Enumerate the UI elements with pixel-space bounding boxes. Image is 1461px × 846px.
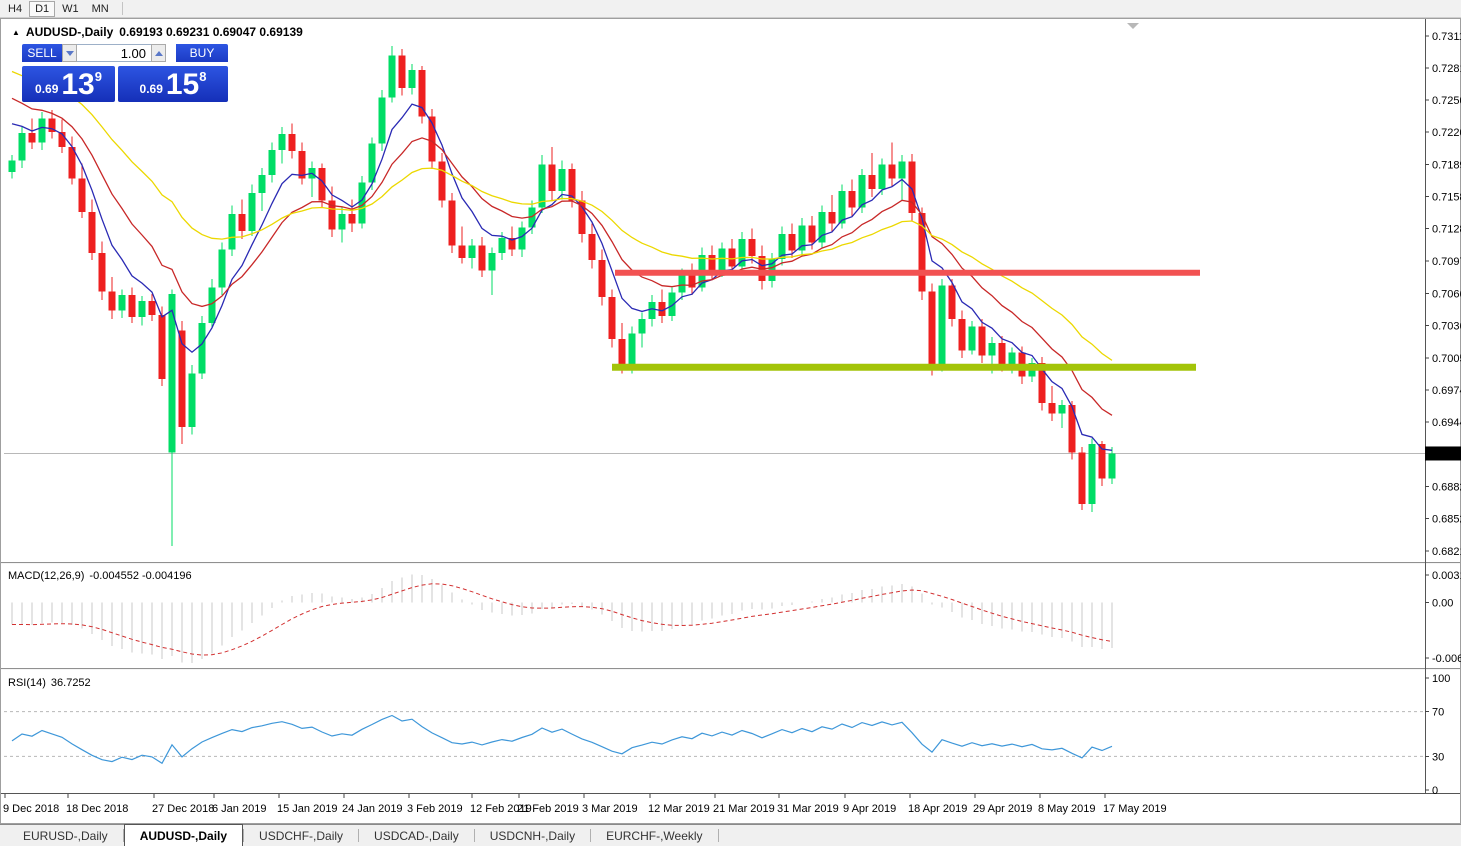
macd-tick-label: -0.006317 [1432,653,1461,665]
symbol-name: AUDUSD-,Daily [26,25,113,39]
rsi-title: RSI(14) [8,677,46,689]
volume-increase-button[interactable] [151,44,166,62]
timeframe-button-mn[interactable]: MN [86,1,115,17]
rsi-pane: 100 70 30 0 [4,673,1450,797]
price-tick-label: 0.70970 [1432,256,1461,268]
rsi-tick-label: 100 [1432,673,1450,685]
timeframe-button-h4[interactable]: H4 [2,1,28,17]
macd-title: MACD(12,26,9) [8,570,84,582]
date-tick-label: 12 Mar 2019 [648,803,710,815]
sell-price-prefix: 0.69 [35,82,58,96]
sell-price-big: 13 [61,70,94,100]
buy-price-panel[interactable]: 0.69158 [118,66,228,102]
price-tick-label: 0.72505 [1432,95,1461,107]
buy-price-big: 15 [166,70,199,100]
price-tick-label: 0.70360 [1432,320,1461,332]
macd-pane: 0.003164 0.00 -0.006317 [12,570,1461,665]
rsi-tick-label: 30 [1432,751,1444,763]
date-tick-label: 18 Apr 2019 [908,803,967,815]
date-tick-label: 29 Apr 2019 [973,803,1032,815]
price-tick-label: 0.71890 [1432,160,1461,172]
timeframe-button-d1[interactable]: D1 [29,1,55,17]
price-tick-label: 0.69745 [1432,385,1461,397]
rsi-indicator-label: RSI(14) 36.7252 [8,677,91,689]
date-tick-label: 21 Mar 2019 [713,803,775,815]
price-tick-label: 0.72200 [1432,127,1461,139]
sell-button[interactable]: SELL [22,44,62,62]
tab-usdchf-daily[interactable]: USDCHF-,Daily [244,825,358,846]
price-tick-label: 0.68520 [1432,513,1461,525]
arrow-up-icon [155,51,163,56]
date-tick-label: 17 May 2019 [1103,803,1167,815]
date-tick-label: 31 Mar 2019 [777,803,839,815]
symbol-ohlc-values: 0.69193 0.69231 0.69047 0.69139 [119,25,303,39]
one-click-trading-widget: SELL 1.00 BUY 0.69139 0.69158 [22,44,228,102]
date-tick-label: 21 Feb 2019 [517,803,579,815]
buy-price-sup: 8 [199,69,206,84]
price-tick-label: 0.70665 [1432,288,1461,300]
tab-usdcad-daily[interactable]: USDCAD-,Daily [359,825,474,846]
date-tick-label: 8 May 2019 [1038,803,1095,815]
candlesticks [9,46,1116,546]
toolbar-separator [122,2,123,15]
price-tick-label: 0.68825 [1432,481,1461,493]
date-axis: 9 Dec 2018 18 Dec 2018 27 Dec 20186 Jan 20… [3,794,1167,815]
date-tick-label: 9 Apr 2019 [843,803,896,815]
chart-shift-marker-icon [1127,23,1139,29]
rsi-tick-label: 70 [1432,707,1444,719]
date-tick-label: 15 Jan 2019 [277,803,338,815]
moving-averages [12,72,1112,451]
date-tick-label: 24 Jan 2019 [342,803,403,815]
window-chrome [1,19,1461,824]
tab-separator [718,829,719,842]
current-price-label: 0.69139 [1428,448,1461,460]
arrow-down-icon [66,51,74,56]
sell-price-panel[interactable]: 0.69139 [22,66,115,102]
chart-canvas[interactable]: 0.73115 0.72810 0.72505 0.72200 0.71890 0.715… [0,0,1461,846]
price-tick-label: 0.73115 [1432,31,1461,43]
volume-decrease-button[interactable] [62,44,77,62]
price-tick-label: 0.69440 [1432,417,1461,429]
tab-eurchf-weekly[interactable]: EURCHF-,Weekly [591,825,717,846]
rsi-tick-label: 0 [1432,785,1438,797]
price-tick-label: 0.72810 [1432,63,1461,75]
rsi-value: 36.7252 [51,677,91,689]
macd-tick-label: 0.00 [1432,598,1453,610]
tab-usdcnh-daily[interactable]: USDCNH-,Daily [475,825,590,846]
date-tick-label: 18 Dec 2018 [66,803,128,815]
price-tick-label: 0.70050 [1432,353,1461,365]
symbol-header: ▲ AUDUSD-,Daily 0.69193 0.69231 0.69047 … [12,25,303,39]
macd-values: -0.004552 -0.004196 [89,570,191,582]
volume-spinner: 1.00 [62,44,166,62]
date-tick-label: 6 Jan 2019 [212,803,266,815]
tab-eurusd-daily[interactable]: EURUSD-,Daily [8,825,123,846]
buy-button[interactable]: BUY [176,44,228,62]
tab-audusd-daily[interactable]: AUDUSD-,Daily [124,824,243,846]
ma-line-28 [12,72,1112,361]
price-tick-label: 0.68210 [1432,546,1461,558]
macd-indicator-label: MACD(12,26,9) -0.004552 -0.004196 [8,570,192,582]
price-tick-label: 0.71585 [1432,192,1461,204]
date-tick-label: 3 Feb 2019 [407,803,463,815]
trading-terminal: H4D1W1MN 0.731150.728100.725050.722000.7… [0,0,1461,846]
date-tick-label: 9 Dec 2018 [3,803,59,815]
buy-price-prefix: 0.69 [140,82,163,96]
ma-line-6 [12,104,1112,450]
symbol-marker-icon: ▲ [12,28,20,37]
sell-price-sup: 9 [95,69,102,84]
macd-signal-line [12,584,1112,655]
chart-tabs-bar: EURUSD-,DailyAUDUSD-,DailyUSDCHF-,DailyU… [0,824,1461,846]
date-tick-label: 27 Dec 2018 [152,803,214,815]
date-tick-label: 3 Mar 2019 [582,803,638,815]
price-tick-label: 0.71280 [1432,224,1461,236]
volume-input[interactable]: 1.00 [77,44,151,62]
price-axis: 0.73115 0.72810 0.72505 0.72200 0.71890 0.715… [1425,31,1461,558]
timeframe-button-w1[interactable]: W1 [56,1,85,17]
timeframe-toolbar: H4D1W1MN [0,0,1461,18]
macd-tick-label: 0.003164 [1432,570,1461,582]
